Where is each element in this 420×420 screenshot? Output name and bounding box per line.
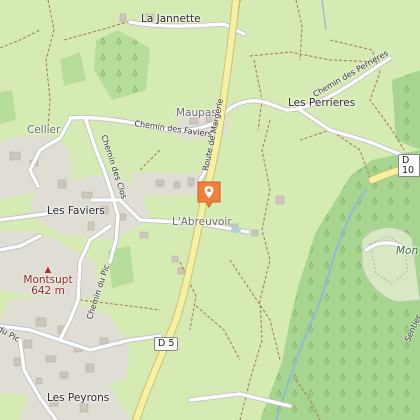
place-label-les-peyrons: Les Peyrons: [47, 392, 110, 404]
residential-area: [130, 172, 206, 196]
road-shield-d10: D 10: [398, 154, 420, 177]
map-canvas[interactable]: La Jannette Maupas Les Perrieres Cellier…: [0, 0, 420, 420]
place-label-cellier: Cellier: [27, 124, 61, 136]
place-label-maupas: Maupas: [176, 107, 217, 119]
place-label-labreuvoir: L'Abreuvoir: [172, 216, 232, 228]
place-label-les-faviers: Les Faviers: [47, 205, 105, 217]
summit-elevation: 642 m: [31, 285, 65, 298]
place-label-mont-partial: Mon: [396, 245, 419, 257]
summit-label: ▲ Montsupt 642 m: [20, 265, 76, 298]
road-shield-d5: D 5: [154, 337, 179, 351]
pond: [231, 227, 241, 233]
map-pin-icon[interactable]: [197, 181, 221, 208]
place-label-les-perrieres: Les Perrieres: [288, 97, 356, 109]
place-label-la-jannette: La Jannette: [141, 13, 201, 25]
